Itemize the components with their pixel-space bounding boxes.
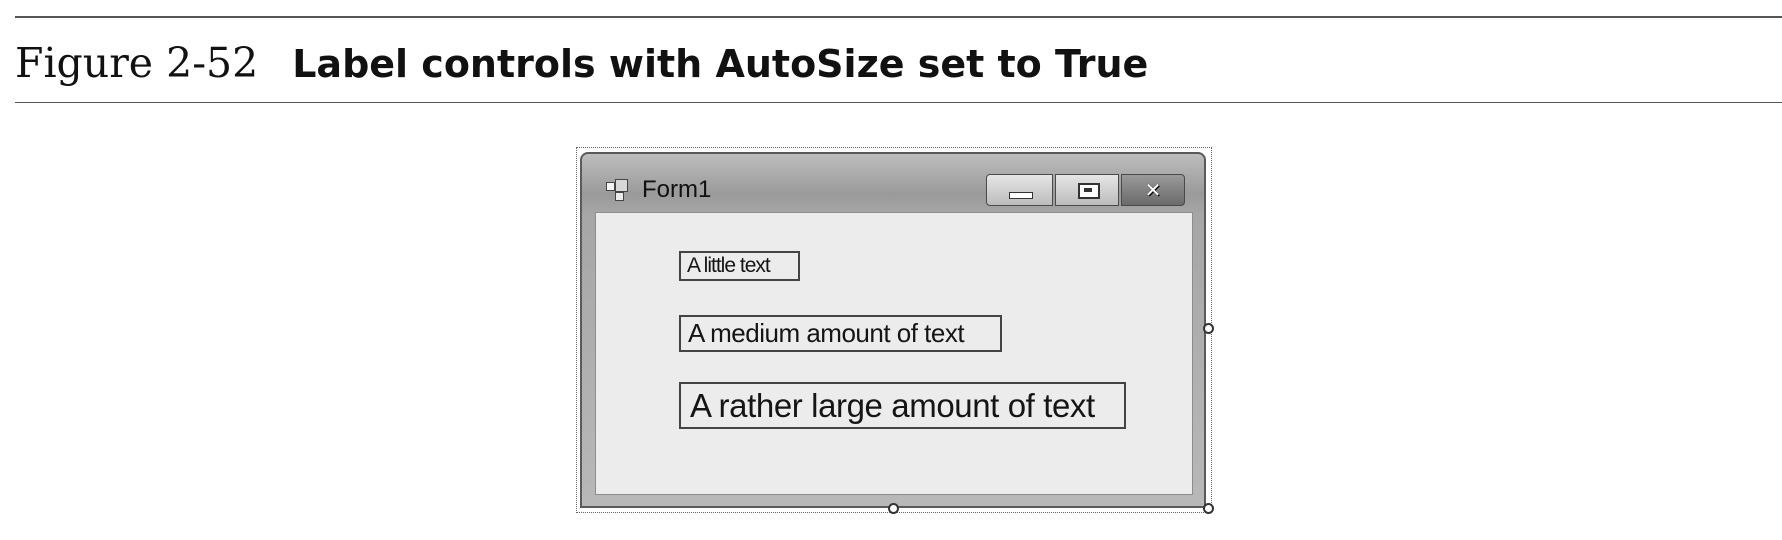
window-title: Form1 [642, 176, 712, 203]
minimize-icon [1009, 192, 1033, 199]
close-button[interactable]: ✕ [1121, 174, 1185, 206]
form-client-area[interactable]: A little text A medium amount of text A … [595, 212, 1193, 495]
label-large-text[interactable]: A rather large amount of text [679, 382, 1126, 429]
title-bar[interactable]: Form1 ✕ [582, 154, 1204, 214]
figure-title: Label controls with AutoSize set to True [292, 42, 1149, 86]
minimize-button[interactable] [986, 174, 1053, 206]
resize-handle-bottom[interactable] [888, 503, 899, 514]
label-little-text[interactable]: A little text [679, 251, 800, 281]
resize-handle-corner[interactable] [1203, 503, 1214, 514]
resize-handle-right[interactable] [1203, 323, 1214, 334]
form-window[interactable]: Form1 ✕ A little text A medium amount of… [580, 152, 1206, 508]
maximize-icon [1078, 183, 1100, 199]
caption-bottom-rule [15, 102, 1782, 103]
form-app-icon [606, 179, 628, 201]
figure-caption: Figure 2-52 Label controls with AutoSize … [15, 38, 1148, 89]
maximize-button[interactable] [1055, 174, 1119, 206]
label-medium-text[interactable]: A medium amount of text [679, 315, 1002, 352]
caption-top-rule [15, 16, 1782, 18]
close-icon: ✕ [1144, 178, 1162, 202]
figure-number: Figure 2-52 [15, 39, 259, 87]
